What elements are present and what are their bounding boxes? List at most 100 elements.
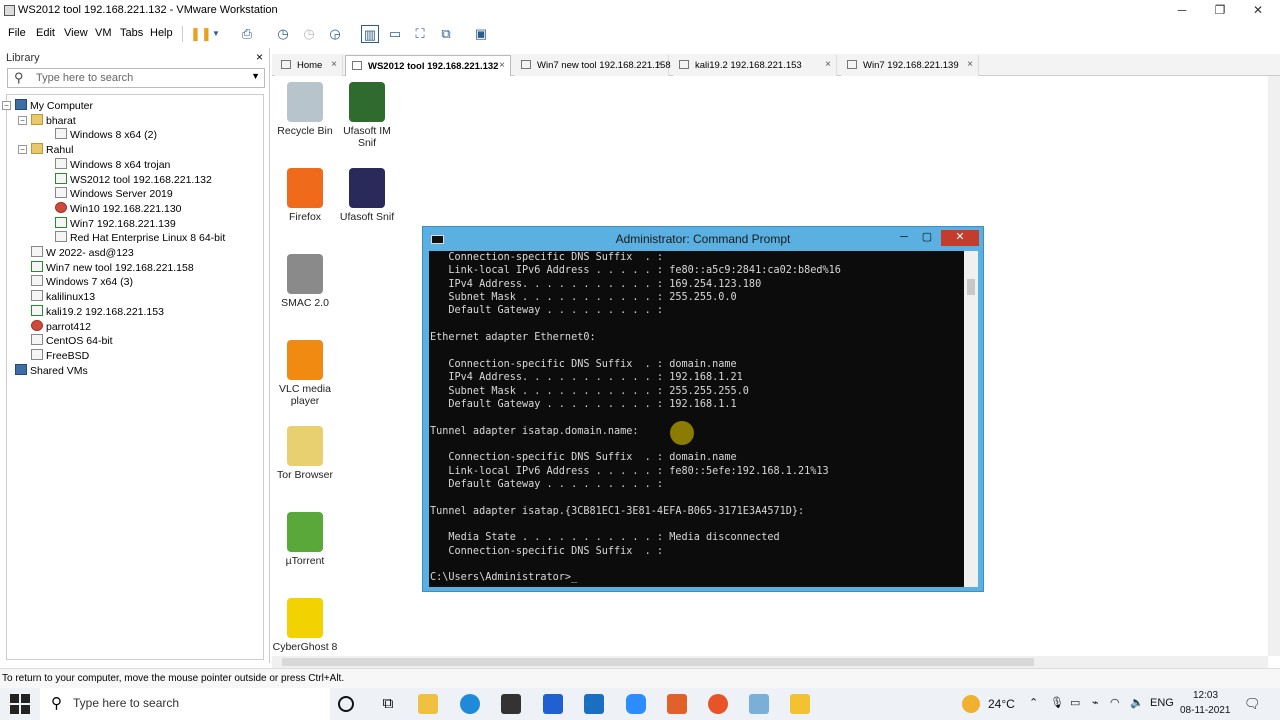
desktop-icon[interactable]: Tor Browser xyxy=(272,426,338,481)
tree-item[interactable]: Win7 new tool 192.168.221.158 xyxy=(31,260,194,275)
tree-item[interactable]: kalilinux13 xyxy=(31,290,95,304)
cmd-maximize-button[interactable]: ▢ xyxy=(916,230,938,246)
console-view-icon[interactable]: ▣ xyxy=(472,25,490,43)
menu-file[interactable]: File xyxy=(8,27,26,39)
menu-edit[interactable]: Edit xyxy=(36,27,55,39)
thumbnail-bar-icon[interactable]: ▭ xyxy=(386,25,404,43)
menu-tabs[interactable]: Tabs xyxy=(120,27,143,39)
task-view-icon[interactable]: ⧉ xyxy=(378,694,398,714)
tree-item[interactable]: W 2022- asd@123 xyxy=(31,246,134,260)
tree-item[interactable]: FreeBSD xyxy=(31,348,89,363)
tree-item[interactable]: Windows 8 x64 (2) xyxy=(55,128,157,142)
tab-close-button[interactable]: × xyxy=(499,60,505,71)
store-icon[interactable] xyxy=(501,694,521,714)
pause-icon[interactable]: ❚❚ xyxy=(190,25,212,43)
windows-start-icon[interactable] xyxy=(10,694,30,714)
firefox-icon[interactable] xyxy=(708,694,728,714)
desktop-icon[interactable]: SMAC 2.0 xyxy=(272,254,338,309)
library-search-input[interactable]: ⚲ Type here to search ▼ xyxy=(7,68,265,88)
tree-item[interactable]: My Computer xyxy=(15,99,93,113)
tree-item[interactable]: Red Hat Enterprise Linux 8 64-bit xyxy=(55,231,225,245)
desktop-icon[interactable]: CyberGhost 8 xyxy=(272,598,338,653)
tree-item[interactable]: Windows Server 2019 xyxy=(55,187,173,201)
vmware-taskbar-icon[interactable] xyxy=(790,694,810,714)
tree-expander[interactable]: − xyxy=(18,115,27,125)
vm-tab[interactable]: Win7 new tool 192.168.221.158 × xyxy=(515,55,671,76)
show-hidden-icons-icon[interactable]: ⌃ xyxy=(1029,696,1038,709)
scrollbar-thumb[interactable] xyxy=(967,279,975,295)
show-library-icon[interactable]: ▥ xyxy=(361,25,379,43)
notifications-icon[interactable]: 🗨 xyxy=(1244,696,1261,712)
temperature[interactable]: 24°C xyxy=(988,697,1015,711)
tree-item[interactable]: Win7 192.168.221.139 xyxy=(55,216,176,231)
minimize-button[interactable]: ─ xyxy=(1162,0,1202,22)
maximize-button[interactable]: ❐ xyxy=(1200,0,1240,22)
desktop-icon[interactable]: Ufasoft Snif xyxy=(334,168,400,223)
unity-icon[interactable]: ⧉ xyxy=(437,25,455,43)
tree-item[interactable]: Shared VMs xyxy=(15,363,88,378)
vm-tab[interactable]: WS2012 tool 192.168.221.132 × xyxy=(345,55,511,76)
cmd-console-output[interactable]: Connection-specific DNS Suffix . : Link-… xyxy=(429,251,964,587)
snapshot-icon[interactable]: ◷ xyxy=(274,25,292,43)
language-indicator[interactable]: ENG xyxy=(1150,697,1174,709)
microphone-icon[interactable]: 🎙 xyxy=(1050,696,1064,709)
battery-icon[interactable]: ▭ xyxy=(1070,696,1080,709)
tab-close-button[interactable]: × xyxy=(967,59,973,70)
chevron-down-icon[interactable]: ▼ xyxy=(207,25,225,43)
tab-close-button[interactable]: × xyxy=(331,59,337,70)
scrollbar-thumb[interactable] xyxy=(282,658,1034,666)
app-blue-icon[interactable] xyxy=(749,694,769,714)
full-screen-icon[interactable]: ⛶ xyxy=(411,25,429,43)
tree-item[interactable]: Win10 192.168.221.130 xyxy=(55,201,182,216)
command-prompt-window[interactable]: Administrator: Command Prompt ─ ▢ ✕ Conn… xyxy=(422,226,984,592)
tree-item[interactable]: kali19.2 192.168.221.153 xyxy=(31,304,164,319)
file-explorer-icon[interactable] xyxy=(418,694,438,714)
close-button[interactable]: ✕ xyxy=(1238,0,1278,22)
tree-item[interactable]: bharat xyxy=(31,113,76,128)
desktop-icon[interactable]: Firefox xyxy=(272,168,338,223)
cortana-icon[interactable] xyxy=(338,696,354,712)
menu-help[interactable]: Help xyxy=(150,27,173,39)
visual-studio-icon[interactable] xyxy=(543,694,563,714)
tree-item[interactable]: Windows 8 x64 trojan xyxy=(55,157,170,172)
volume-icon[interactable]: 🔈 xyxy=(1130,696,1144,709)
edge-icon[interactable] xyxy=(460,694,480,714)
desktop-icon[interactable]: Recycle Bin xyxy=(272,82,338,137)
desktop-icon[interactable]: µTorrent xyxy=(272,512,338,567)
clock-time[interactable]: 12:03 xyxy=(1193,690,1218,701)
tree-item[interactable]: Rahul xyxy=(31,143,73,157)
desktop-icon[interactable]: VLC media player xyxy=(272,340,338,407)
send-ctrl-alt-del-icon[interactable]: ⎙ xyxy=(238,25,256,43)
cmd-minimize-button[interactable]: ─ xyxy=(893,230,915,246)
tab-close-button[interactable]: × xyxy=(825,59,831,70)
tree-expander[interactable]: − xyxy=(2,101,11,110)
tree-item[interactable]: parrot412 xyxy=(31,319,91,334)
tree-expander[interactable]: − xyxy=(18,145,27,155)
clock-date[interactable]: 08-11-2021 xyxy=(1180,705,1230,716)
taskbar-search-input[interactable]: ⚲ Type here to search xyxy=(40,688,330,720)
tab-close-button[interactable]: × xyxy=(657,59,663,70)
snapshot-manager-icon[interactable]: ◶ xyxy=(326,25,344,43)
mail-icon[interactable] xyxy=(584,694,604,714)
desktop-horizontal-scrollbar[interactable] xyxy=(272,656,1268,668)
app-orange-icon[interactable] xyxy=(667,694,687,714)
cmd-scrollbar[interactable] xyxy=(964,251,978,587)
vm-tab[interactable]: Home × xyxy=(275,55,343,76)
library-close-button[interactable]: × xyxy=(256,50,263,64)
vm-tab[interactable]: kali19.2 192.168.221.153 × xyxy=(673,55,837,76)
tree-item[interactable]: CentOS 64-bit xyxy=(31,334,113,348)
chevron-down-icon[interactable]: ▼ xyxy=(251,71,260,81)
zoom-icon[interactable] xyxy=(626,694,646,714)
network-icon[interactable]: ⌁ xyxy=(1092,696,1099,709)
menu-vm[interactable]: VM xyxy=(95,27,112,39)
menu-view[interactable]: View xyxy=(64,27,88,39)
wifi-icon[interactable]: ◠ xyxy=(1110,696,1120,709)
desktop-vertical-scrollbar[interactable] xyxy=(1268,76,1280,656)
tree-item[interactable]: Windows 7 x64 (3) xyxy=(31,275,133,289)
vm-tab[interactable]: Win7 192.168.221.139 × xyxy=(841,55,979,76)
tree-item[interactable]: WS2012 tool 192.168.221.132 xyxy=(55,172,212,187)
revert-snapshot-icon[interactable]: ◷ xyxy=(300,25,318,43)
cmd-close-button[interactable]: ✕ xyxy=(941,230,979,246)
tree-item-label: Red Hat Enterprise Linux 8 64-bit xyxy=(70,232,226,245)
desktop-icon[interactable]: Ufasoft IM Snif xyxy=(334,82,400,149)
